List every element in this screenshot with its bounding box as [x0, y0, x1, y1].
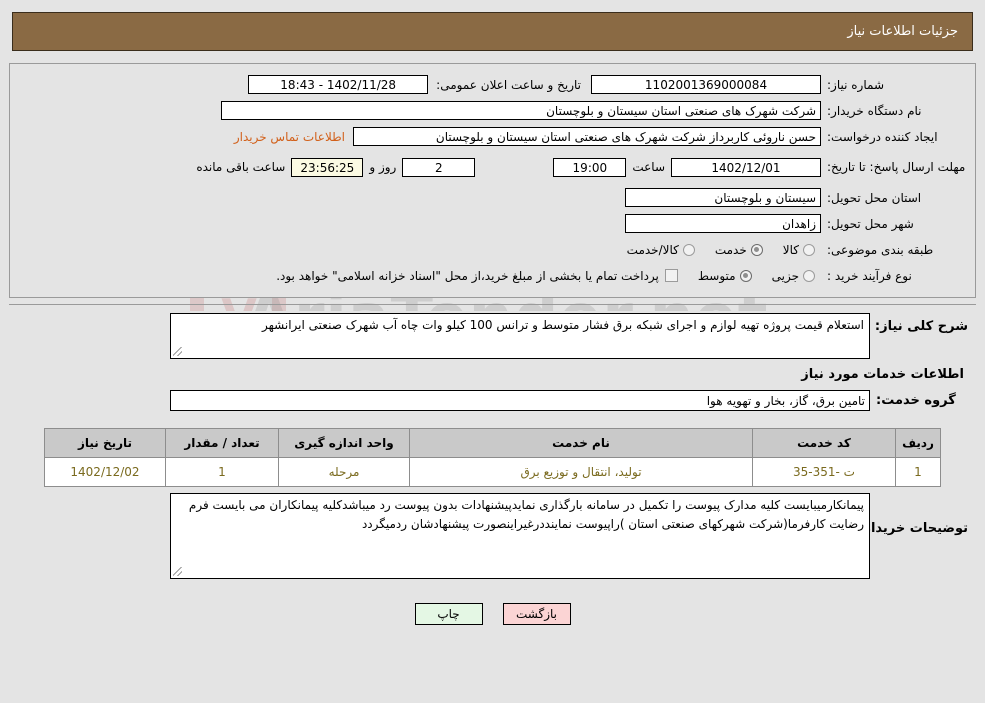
- category-radio-kala[interactable]: [803, 243, 815, 256]
- back-button[interactable]: بازگشت: [502, 603, 571, 625]
- delivery-province-field[interactable]: سیستان و بلوچستان: [625, 188, 821, 207]
- description-label: شرح کلی نیاز:: [874, 319, 968, 334]
- section-divider: [9, 304, 976, 305]
- action-button-bar: بازگشت چاپ: [0, 603, 985, 625]
- th-row-no: ردیف: [895, 428, 941, 458]
- deadline-time-label: ساعت: [632, 160, 665, 174]
- purchase-type-label: نوع فرآیند خرید :: [827, 268, 912, 283]
- delivery-city-label: شهر محل تحویل:: [827, 216, 914, 231]
- need-number-label: شماره نیاز:: [827, 77, 884, 92]
- deadline-countdown-field[interactable]: 23:56:25: [291, 157, 364, 177]
- cell-service-name: تولید، انتقال و توزیع برق: [409, 457, 753, 487]
- purchase-type-option-jozii-label: جزیی: [771, 268, 799, 283]
- th-service-code: کد خدمت: [752, 428, 896, 458]
- public-announce-label: تاریخ و ساعت اعلان عمومی:: [436, 77, 581, 92]
- row-service-group: گروه خدمت: تامین برق، گاز، بخار و تهویه …: [17, 388, 968, 413]
- deadline-time-field[interactable]: 19:00: [553, 157, 627, 177]
- cell-row-no: 1: [895, 457, 941, 487]
- row-requester: ایجاد کننده درخواست: حسن ناروئی کاربرداز…: [18, 124, 967, 149]
- deadline-date-field[interactable]: 1402/12/01: [671, 157, 821, 177]
- cell-unit: مرحله: [278, 457, 410, 487]
- delivery-province-label: استان محل تحویل:: [827, 190, 922, 205]
- row-buyer-notes: توضیحات خریدار: پیمانکارمیبایست کلیه مدا…: [17, 493, 968, 581]
- th-quantity: تعداد / مقدار: [165, 428, 279, 458]
- row-delivery-province: استان محل تحویل: سیستان و بلوچستان: [18, 185, 967, 210]
- th-service-name: نام خدمت: [409, 428, 753, 458]
- need-info-panel: شماره نیاز: 1102001369000084 تاریخ و ساع…: [9, 63, 976, 298]
- buyer-contact-link[interactable]: اطلاعات تماس خریدار: [234, 130, 345, 144]
- category-option-kala-khedmat-label: کالا/خدمت: [626, 242, 679, 257]
- page-title: جزئیات اطلاعات نیاز: [847, 24, 958, 39]
- description-textarea[interactable]: استعلام قیمت پروژه تهیه لوازم و اجرای شب…: [170, 313, 870, 359]
- purchase-type-option-motevasset-label: متوسط: [697, 268, 736, 283]
- row-need-number: شماره نیاز: 1102001369000084 تاریخ و ساع…: [18, 72, 967, 97]
- th-need-date: تاریخ نیاز: [44, 428, 166, 458]
- category-radio-kala-khedmat[interactable]: [682, 243, 695, 256]
- service-group-label: گروه خدمت:: [876, 393, 956, 408]
- description-panel: شرح کلی نیاز: استعلام قیمت پروژه تهیه لو…: [9, 311, 976, 422]
- requester-label: ایجاد کننده درخواست:: [827, 129, 938, 144]
- deadline-countdown-label: ساعت باقی مانده: [196, 160, 286, 174]
- cell-quantity: 1: [165, 457, 279, 487]
- cell-service-code: ت -351-35: [752, 457, 896, 487]
- row-description: شرح کلی نیاز: استعلام قیمت پروژه تهیه لو…: [17, 313, 968, 359]
- category-option-khedmat-label: خدمت: [714, 242, 747, 257]
- table-row[interactable]: 1 ت -351-35 تولید، انتقال و توزیع برق مر…: [44, 457, 941, 487]
- service-group-field[interactable]: تامین برق، گاز، بخار و تهویه هوا: [170, 390, 870, 411]
- buyer-notes-panel: توضیحات خریدار: پیمانکارمیبایست کلیه مدا…: [9, 491, 976, 590]
- row-delivery-city: شهر محل تحویل: زاهدان: [18, 211, 967, 236]
- page-header: جزئیات اطلاعات نیاز: [12, 12, 973, 51]
- requester-field[interactable]: حسن ناروئی کاربرداز شرکت شهرک های صنعتی …: [353, 127, 821, 146]
- buyer-notes-label: توضیحات خریدار:: [858, 521, 968, 536]
- row-purchase-type: نوع فرآیند خرید : جزیی متوسط پرداخت تمام…: [18, 263, 967, 288]
- table-header-row: ردیف کد خدمت نام خدمت واحد اندازه گیری ت…: [44, 428, 941, 458]
- services-table: ردیف کد خدمت نام خدمت واحد اندازه گیری ت…: [44, 428, 941, 487]
- page-root: جزئیات اطلاعات نیاز شماره نیاز: 11020013…: [0, 12, 985, 625]
- purchase-type-radio-motevasset[interactable]: [739, 269, 752, 282]
- deadline-label: مهلت ارسال پاسخ: تا تاریخ:: [827, 159, 966, 174]
- row-deadline: مهلت ارسال پاسخ: تا تاریخ: 1402/12/01 سا…: [18, 150, 967, 184]
- buyer-org-field[interactable]: شرکت شهرک های صنعتی استان سیستان و بلوچس…: [221, 101, 821, 120]
- islamic-treasury-label: پرداخت تمام یا بخشی از مبلغ خرید،از محل …: [276, 268, 659, 283]
- need-number-field[interactable]: 1102001369000084: [591, 75, 821, 94]
- islamic-treasury-checkbox[interactable]: [664, 269, 678, 282]
- th-unit: واحد اندازه گیری: [278, 428, 410, 458]
- buyer-notes-textarea[interactable]: پیمانکارمیبایست کلیه مدارک پیوست را تکمی…: [170, 493, 870, 579]
- purchase-type-radio-jozii[interactable]: [803, 269, 815, 282]
- buyer-org-label: نام دستگاه خریدار:: [827, 103, 922, 118]
- print-button[interactable]: چاپ: [414, 603, 483, 625]
- deadline-days-label: روز و: [369, 160, 397, 174]
- delivery-city-field[interactable]: زاهدان: [625, 214, 821, 233]
- row-category: طبقه بندی موضوعی: کالا خدمت کالا/خدمت: [18, 237, 967, 262]
- deadline-days-field[interactable]: 2: [402, 157, 476, 177]
- services-section-title: اطلاعات خدمات مورد نیاز: [801, 367, 964, 382]
- public-announce-field[interactable]: 1402/11/28 - 18:43: [248, 75, 429, 94]
- services-table-wrap: ردیف کد خدمت نام خدمت واحد اندازه گیری ت…: [44, 428, 941, 487]
- category-option-kala-label: کالا: [782, 242, 799, 257]
- category-label: طبقه بندی موضوعی:: [827, 242, 934, 257]
- row-buyer-org: نام دستگاه خریدار: شرکت شهرک های صنعتی ا…: [18, 98, 967, 123]
- category-radio-khedmat[interactable]: [750, 243, 763, 256]
- cell-need-date: 1402/12/02: [44, 457, 166, 487]
